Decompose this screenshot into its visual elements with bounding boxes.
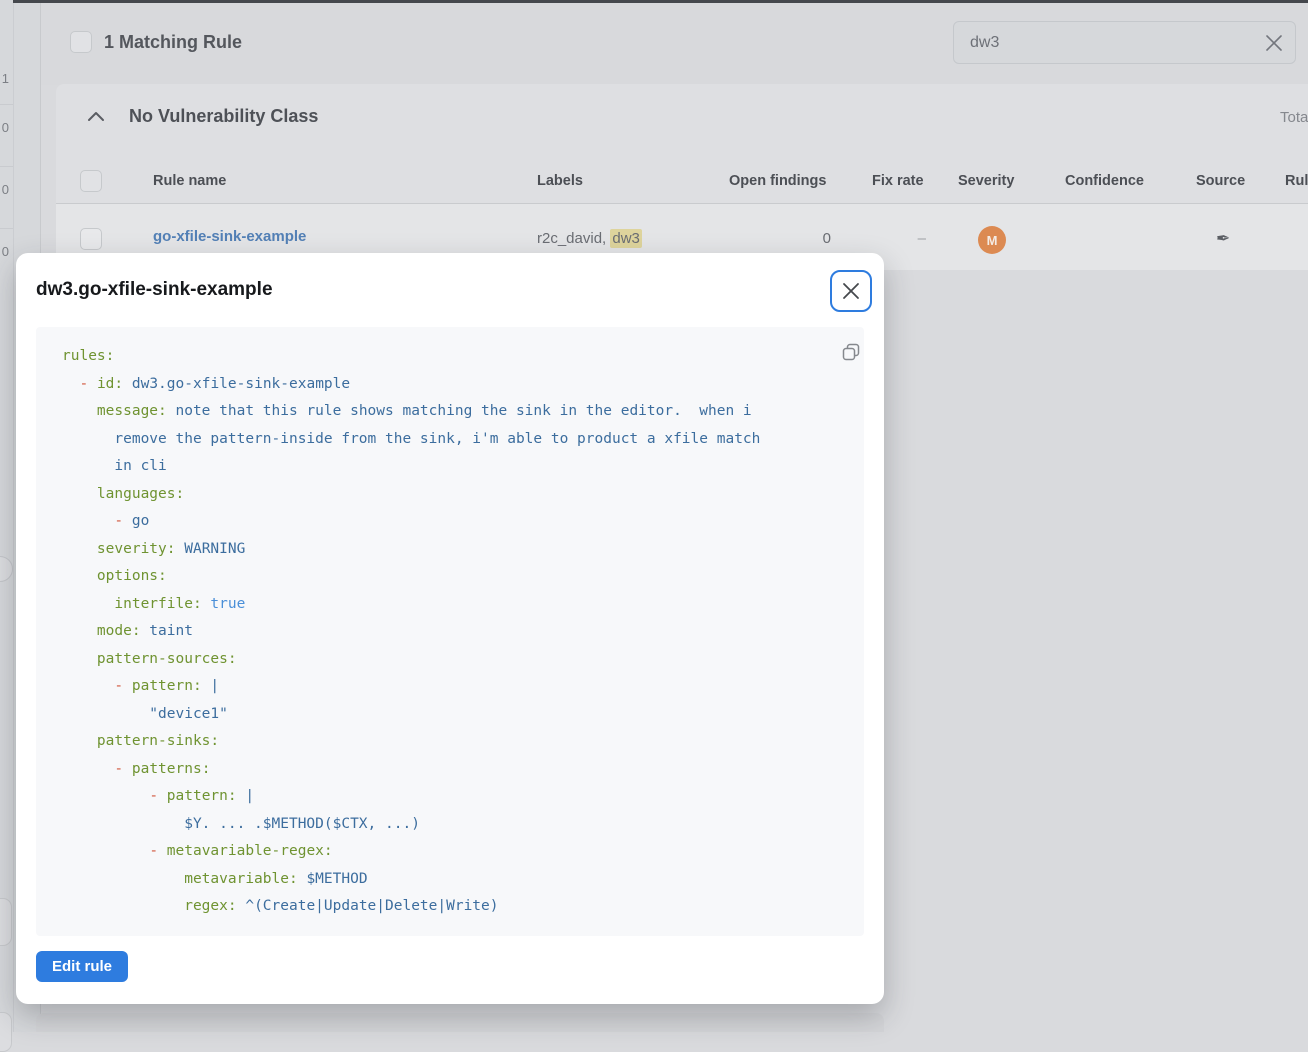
code-line: regex: ^(Create|Update|Delete|Write)	[62, 893, 844, 921]
edge-partial-button	[0, 1012, 12, 1052]
severity-badge: M	[978, 226, 1006, 254]
rail-row-divider	[0, 166, 13, 167]
yaml-code-block: rules: - id: dw3.go-xfile-sink-example m…	[36, 327, 864, 936]
chevron-up-icon	[87, 111, 105, 122]
left-rail-divider	[13, 0, 14, 1032]
column-header-confidence[interactable]: Confidence	[1065, 173, 1144, 189]
code-line: - patterns:	[62, 756, 844, 784]
pen-nib-source-icon: ✒	[1216, 229, 1230, 249]
labels-highlighted-match: dw3	[610, 229, 642, 248]
select-row-checkbox[interactable]	[80, 228, 102, 250]
column-header-ruleset[interactable]: Rule	[1285, 173, 1308, 189]
code-line: - pattern: |	[62, 673, 844, 701]
clear-search-icon[interactable]	[1259, 28, 1289, 58]
rule-detail-modal: dw3.go-xfile-sink-example rules: - id: d…	[16, 253, 884, 1004]
fix-rate-cell: –	[872, 230, 926, 247]
rail-row-divider	[0, 104, 13, 105]
column-header-source[interactable]: Source	[1196, 173, 1245, 189]
copy-code-button[interactable]	[840, 341, 862, 363]
column-header-severity[interactable]: Severity	[958, 173, 1014, 189]
edit-rule-button[interactable]: Edit rule	[36, 951, 128, 982]
code-line: $Y. ... .$METHOD($CTX, ...)	[62, 811, 844, 839]
code-line: - go	[62, 508, 844, 536]
code-line: remove the pattern-inside from the sink,…	[62, 426, 844, 454]
code-line: message: note that this rule shows match…	[62, 398, 844, 426]
rail-count: 0	[0, 120, 9, 136]
collapse-group-button[interactable]	[84, 106, 108, 126]
column-header-labels[interactable]: Labels	[537, 173, 583, 189]
labels-cell: r2c_david, dw3	[537, 230, 642, 247]
labels-text: r2c_david,	[537, 230, 610, 247]
rule-search-box	[953, 21, 1296, 64]
code-line: mode: taint	[62, 618, 844, 646]
matching-rules-count: 1 Matching Rule	[104, 32, 242, 53]
code-line: - pattern: |	[62, 783, 844, 811]
column-header-open-findings[interactable]: Open findings	[729, 173, 826, 189]
column-header-rule-name[interactable]: Rule name	[153, 173, 226, 189]
code-line: languages:	[62, 481, 844, 509]
close-icon	[842, 282, 860, 300]
group-title: No Vulnerability Class	[129, 106, 318, 127]
code-line: "device1"	[62, 701, 844, 729]
code-line: in cli	[62, 453, 844, 481]
rail-count: 1	[0, 71, 9, 87]
code-line: pattern-sources:	[62, 646, 844, 674]
select-group-checkbox[interactable]	[80, 170, 102, 192]
close-button[interactable]	[830, 270, 872, 312]
code-line: metavariable: $METHOD	[62, 866, 844, 894]
code-line: severity: WARNING	[62, 536, 844, 564]
code-line: - id: dw3.go-xfile-sink-example	[62, 371, 844, 399]
code-line: rules:	[62, 343, 844, 371]
code-line: pattern-sinks:	[62, 728, 844, 756]
column-header-fix-rate[interactable]: Fix rate	[872, 173, 924, 189]
edge-partial-button	[0, 898, 12, 946]
search-input[interactable]	[954, 22, 1259, 63]
copy-icon	[842, 343, 860, 361]
total-label: Total	[1280, 109, 1308, 126]
rail-row-divider	[0, 228, 13, 229]
code-line: - metavariable-regex:	[62, 838, 844, 866]
open-findings-cell: 0	[729, 230, 831, 247]
select-all-checkbox[interactable]	[70, 31, 92, 53]
code-line: options:	[62, 563, 844, 591]
rail-count: 0	[0, 244, 9, 260]
modal-title: dw3.go-xfile-sink-example	[36, 279, 273, 301]
background-panel	[36, 1013, 884, 1032]
code-line: interfile: true	[62, 591, 844, 619]
rule-name-link[interactable]: go-xfile-sink-example	[153, 228, 306, 245]
rail-count: 0	[0, 182, 9, 198]
